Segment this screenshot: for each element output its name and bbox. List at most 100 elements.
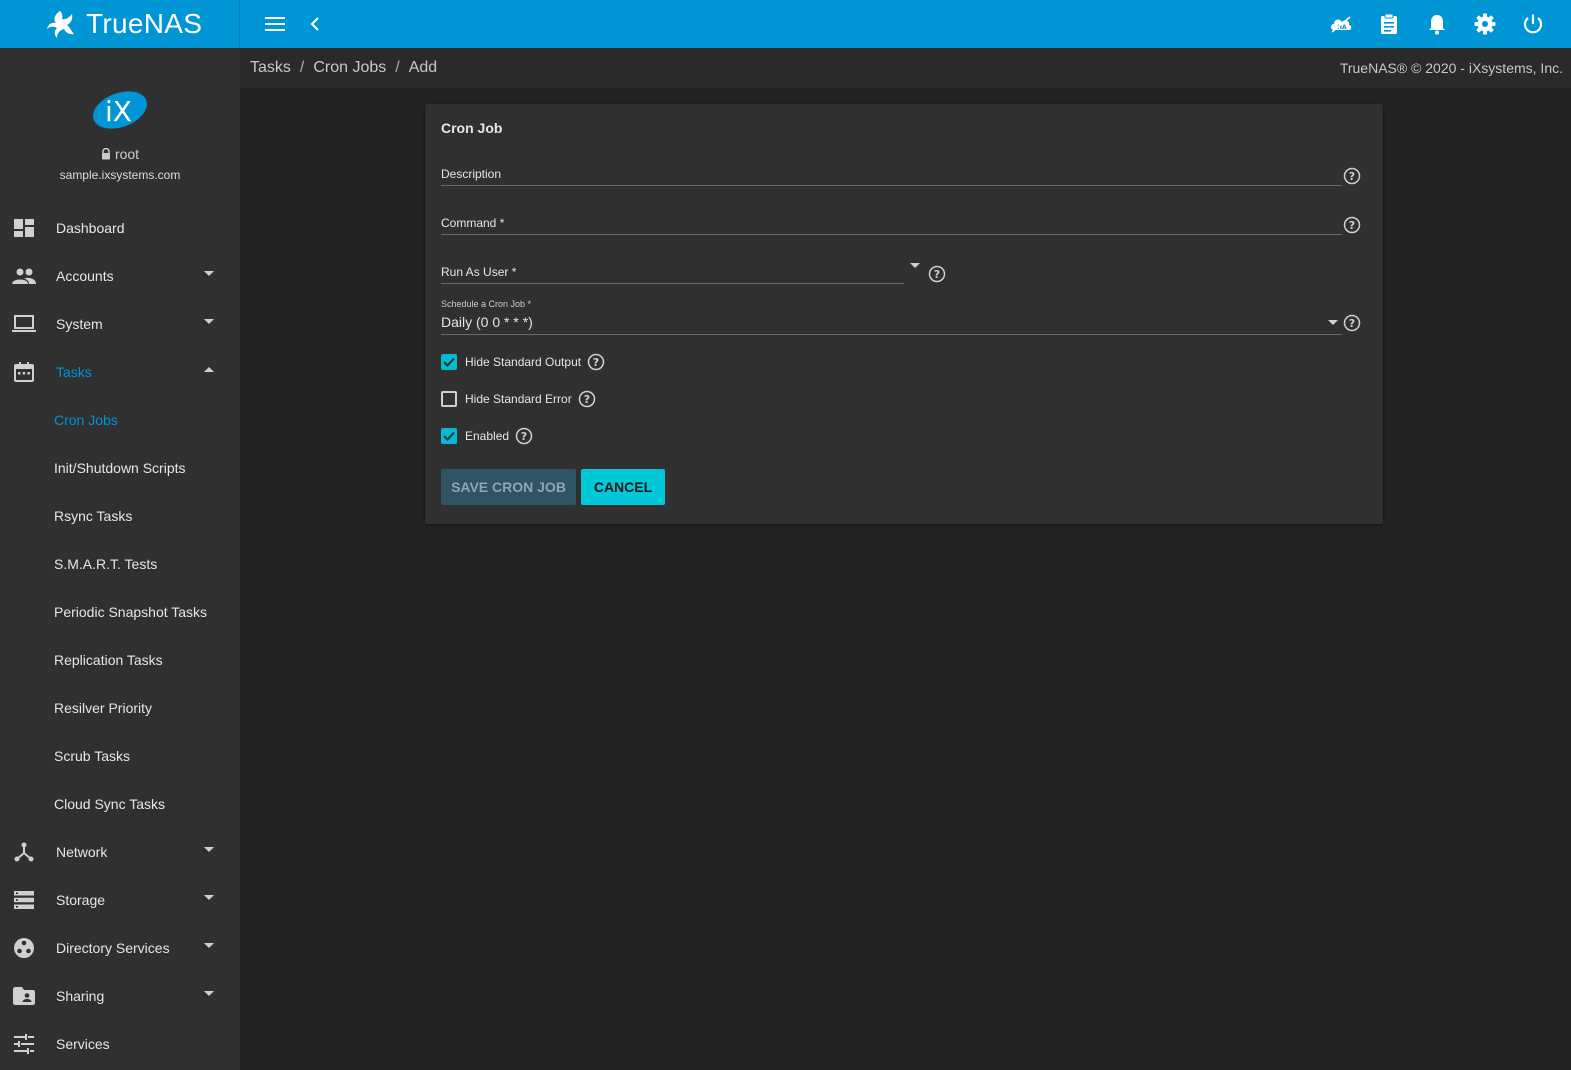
expand-caret-icon	[204, 895, 214, 900]
network-icon	[12, 840, 36, 864]
form-title: Cron Job	[441, 120, 503, 136]
bell-icon	[1429, 15, 1445, 35]
run-as-user-label: Run As User *	[441, 265, 517, 279]
sidebar-item-label: Network	[56, 844, 108, 860]
svg-text:?: ?	[593, 356, 599, 369]
cron-job-form-card: Cron Job Description ? Command * ? Run A…	[425, 104, 1383, 524]
sidebar-item-services[interactable]: Services	[0, 1020, 240, 1068]
sidebar-subitem-cloud-sync-tasks[interactable]: Cloud Sync Tasks	[0, 780, 240, 828]
schedule-label: Schedule a Cron Job *	[441, 299, 532, 309]
svg-text:?: ?	[1349, 219, 1355, 232]
settings-button[interactable]	[1465, 4, 1505, 44]
sidebar-item-label: System	[56, 316, 103, 332]
storage-icon	[12, 888, 36, 912]
save-cron-job-button[interactable]: SAVE CRON JOB	[441, 469, 576, 505]
enabled-help-icon[interactable]: ?	[515, 427, 533, 445]
tune-icon	[12, 1032, 36, 1056]
task-manager-button[interactable]	[1369, 4, 1409, 44]
lock-icon	[101, 148, 110, 160]
collapse-sidebar-button[interactable]	[295, 4, 335, 44]
sidebar-item-system[interactable]: System	[0, 300, 240, 348]
notifications-button[interactable]	[1417, 4, 1457, 44]
dropdown-arrow-icon	[1328, 320, 1338, 325]
sidebar-subitem-periodic-snapshot-tasks[interactable]: Periodic Snapshot Tasks	[0, 588, 240, 636]
sidebar-item-storage[interactable]: Storage	[0, 876, 240, 924]
dropdown-arrow-icon	[910, 263, 920, 268]
command-underline	[441, 234, 1342, 235]
user-line: root	[101, 146, 139, 162]
schedule-select[interactable]: Schedule a Cron Job * Daily (0 0 * * *)	[441, 298, 1357, 336]
hide-stderr-label: Hide Standard Error	[465, 392, 572, 406]
checkmark-icon	[443, 431, 455, 441]
power-icon	[1523, 14, 1543, 34]
hostname: sample.ixsystems.com	[59, 168, 181, 182]
user-profile: iX root sample.ixsystems.com	[0, 48, 240, 204]
sidebar-item-label: Storage	[56, 892, 106, 908]
hide-stdout-help-icon[interactable]: ?	[587, 353, 605, 371]
menu-icon	[265, 17, 285, 31]
expand-caret-icon	[204, 943, 214, 948]
breadcrumb-tasks[interactable]: Tasks	[250, 59, 291, 77]
sidebar-subitem-rsync-tasks[interactable]: Rsync Tasks	[0, 492, 240, 540]
svg-text:?: ?	[584, 393, 590, 406]
description-label: Description	[441, 167, 502, 181]
sidebar-subitem-init-shutdown-scripts[interactable]: Init/Shutdown Scripts	[0, 444, 240, 492]
hide-stdout-checkbox[interactable]	[441, 354, 457, 370]
schedule-help-icon[interactable]: ?	[1343, 314, 1361, 332]
username: root	[114, 146, 140, 162]
power-button[interactable]	[1513, 4, 1553, 44]
top-toolbar: TrueNAS HA	[0, 0, 1571, 48]
hide-stdout-row: Hide Standard Output ?	[441, 352, 605, 372]
menu-toggle-button[interactable]	[255, 4, 295, 44]
hide-stderr-help-icon[interactable]: ?	[578, 390, 596, 408]
command-field[interactable]: Command *	[441, 211, 1357, 237]
schedule-underline	[441, 334, 1342, 335]
checkmark-icon	[443, 357, 455, 367]
sidebar-item-sharing[interactable]: Sharing	[0, 972, 240, 1020]
cancel-button[interactable]: CANCEL	[581, 469, 665, 505]
breadcrumb-cron-jobs[interactable]: Cron Jobs	[313, 59, 386, 77]
sidebar-item-label: Services	[56, 1036, 110, 1052]
sidebar-item-network[interactable]: Network	[0, 828, 240, 876]
sidebar-item-label: Sharing	[56, 988, 105, 1004]
command-help-icon[interactable]: ?	[1343, 216, 1361, 234]
run-as-user-select[interactable]: Run As User *	[441, 260, 931, 286]
breadcrumb-separator: /	[299, 59, 305, 76]
dashboard-icon	[12, 216, 36, 240]
svg-text:?: ?	[934, 268, 940, 281]
sidebar-subitem-smart-tests[interactable]: S.M.A.R.T. Tests	[0, 540, 240, 588]
brand[interactable]: TrueNAS	[0, 0, 240, 48]
sidebar: iX root sample.ixsystems.com Dashboard A…	[0, 48, 240, 1070]
svg-text:?: ?	[521, 430, 527, 443]
schedule-value: Daily (0 0 * * *)	[441, 314, 533, 330]
sidebar-item-dashboard[interactable]: Dashboard	[0, 204, 240, 252]
calendar-icon	[12, 360, 36, 384]
hide-stderr-checkbox[interactable]	[441, 391, 457, 407]
breadcrumb-add: Add	[408, 59, 438, 76]
description-field[interactable]: Description	[441, 162, 1357, 188]
command-label: Command *	[441, 216, 505, 230]
run-as-user-help-icon[interactable]: ?	[928, 265, 946, 283]
people-icon	[12, 264, 36, 288]
svg-text:?: ?	[1349, 170, 1355, 183]
enabled-checkbox[interactable]	[441, 428, 457, 444]
sidebar-subitem-scrub-tasks[interactable]: Scrub Tasks	[0, 732, 240, 780]
gear-icon	[1474, 13, 1496, 35]
description-help-icon[interactable]: ?	[1343, 167, 1361, 185]
sidebar-subitem-resilver-priority[interactable]: Resilver Priority	[0, 684, 240, 732]
sidebar-item-accounts[interactable]: Accounts	[0, 252, 240, 300]
expand-caret-icon	[204, 847, 214, 852]
ha-status-button[interactable]: HA	[1321, 4, 1361, 44]
sidebar-item-label: Tasks	[56, 364, 92, 380]
ix-logo-icon: iX	[93, 91, 147, 129]
truenas-logo-icon	[47, 11, 74, 38]
svg-text:iX: iX	[105, 95, 132, 128]
collapse-caret-icon	[204, 367, 214, 372]
expand-caret-icon	[204, 271, 214, 276]
sidebar-item-tasks[interactable]: Tasks	[0, 348, 240, 396]
enabled-label: Enabled	[465, 429, 510, 443]
brand-name: TrueNAS	[86, 8, 203, 39]
sidebar-subitem-cron-jobs[interactable]: Cron Jobs	[0, 396, 240, 444]
sidebar-subitem-replication-tasks[interactable]: Replication Tasks	[0, 636, 240, 684]
sidebar-item-directory-services[interactable]: Directory Services	[0, 924, 240, 972]
